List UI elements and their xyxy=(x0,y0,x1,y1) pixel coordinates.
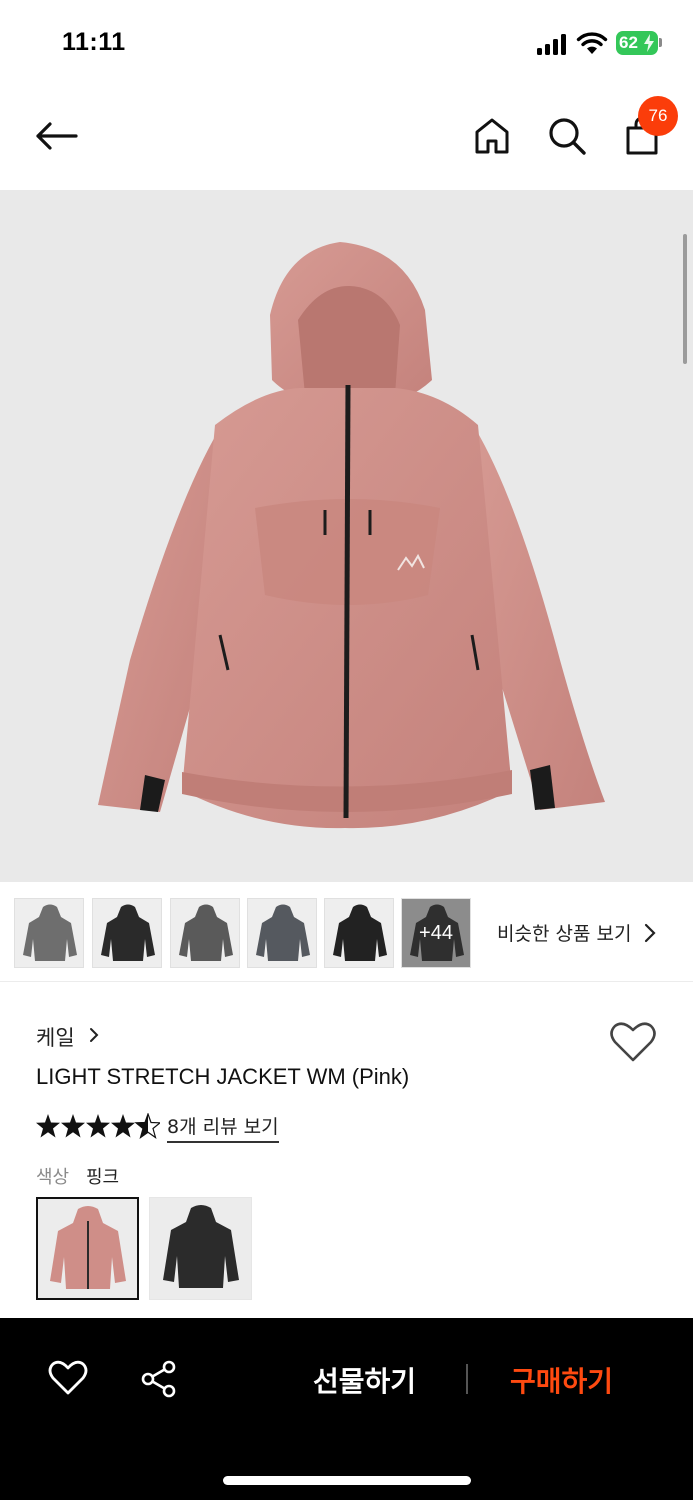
battery-level: 62 xyxy=(619,33,638,52)
view-similar-link[interactable]: 비슷한 상품 보기 xyxy=(497,919,631,946)
more-similar-thumb[interactable]: +44 xyxy=(401,898,471,968)
jacket-swatch-image xyxy=(163,1205,239,1288)
cart-count-badge: 76 xyxy=(638,96,678,136)
jacket-thumb-image xyxy=(23,904,77,961)
jacket-swatch-image xyxy=(50,1206,126,1289)
bottom-action-bar xyxy=(0,1318,693,1500)
gift-button[interactable]: 선물하기 xyxy=(313,1360,416,1400)
jacket-thumb-image xyxy=(179,904,233,961)
top-nav xyxy=(0,90,693,190)
battery-tip xyxy=(659,38,662,47)
star-icon xyxy=(86,1114,110,1138)
product-title: LIGHT STRETCH JACKET WM (Pink) xyxy=(36,1064,410,1089)
half-star-icon xyxy=(134,1113,160,1139)
signal-icon xyxy=(537,33,567,55)
similar-product-thumb[interactable] xyxy=(247,898,317,968)
similar-product-thumb[interactable] xyxy=(324,898,394,968)
home-icon xyxy=(475,118,509,154)
rating-stars xyxy=(36,1113,160,1139)
image-scrollbar[interactable] xyxy=(683,234,687,364)
similar-product-thumb[interactable] xyxy=(170,898,240,968)
product-main-image[interactable] xyxy=(0,190,693,882)
jacket-thumb-image xyxy=(256,904,310,961)
brand-link[interactable]: 케일 xyxy=(36,1022,75,1052)
jacket-thumb-image xyxy=(333,904,387,961)
search-button[interactable] xyxy=(543,112,591,160)
chevron-right-icon xyxy=(90,1028,99,1042)
buy-button[interactable]: 구매하기 xyxy=(510,1360,613,1400)
search-icon xyxy=(549,118,586,155)
color-option-pink[interactable] xyxy=(36,1197,139,1300)
home-button[interactable] xyxy=(468,112,516,160)
wifi-icon xyxy=(576,32,608,54)
similar-products-strip: +44 비슷한 상품 보기 xyxy=(0,882,693,982)
chevron-right-icon xyxy=(644,923,656,943)
heart-outline-icon[interactable] xyxy=(48,1360,88,1396)
similar-product-thumb[interactable] xyxy=(92,898,162,968)
battery-bolt-icon xyxy=(644,34,654,52)
color-value: 핑크 xyxy=(86,1167,120,1188)
jacket-illustration xyxy=(98,242,605,829)
status-bar: 11:11 62 xyxy=(0,0,693,90)
star-icon xyxy=(36,1114,60,1138)
status-time: 11:11 xyxy=(62,28,126,56)
star-icon xyxy=(61,1114,85,1138)
action-divider xyxy=(466,1364,468,1394)
more-count-label: +44 xyxy=(402,899,470,967)
color-label: 색상 xyxy=(36,1167,70,1188)
wishlist-heart-icon[interactable] xyxy=(609,1021,657,1063)
share-icon[interactable] xyxy=(140,1360,178,1398)
star-icon xyxy=(111,1114,135,1138)
similar-product-thumb[interactable] xyxy=(14,898,84,968)
back-button[interactable] xyxy=(32,112,80,160)
reviews-link[interactable]: 8개 리뷰 보기 xyxy=(167,1112,279,1143)
color-option-black[interactable] xyxy=(149,1197,252,1300)
back-arrow-icon xyxy=(36,122,78,150)
battery-icon: 62 xyxy=(616,31,658,55)
jacket-thumb-image xyxy=(101,904,155,961)
home-indicator[interactable] xyxy=(223,1476,471,1485)
